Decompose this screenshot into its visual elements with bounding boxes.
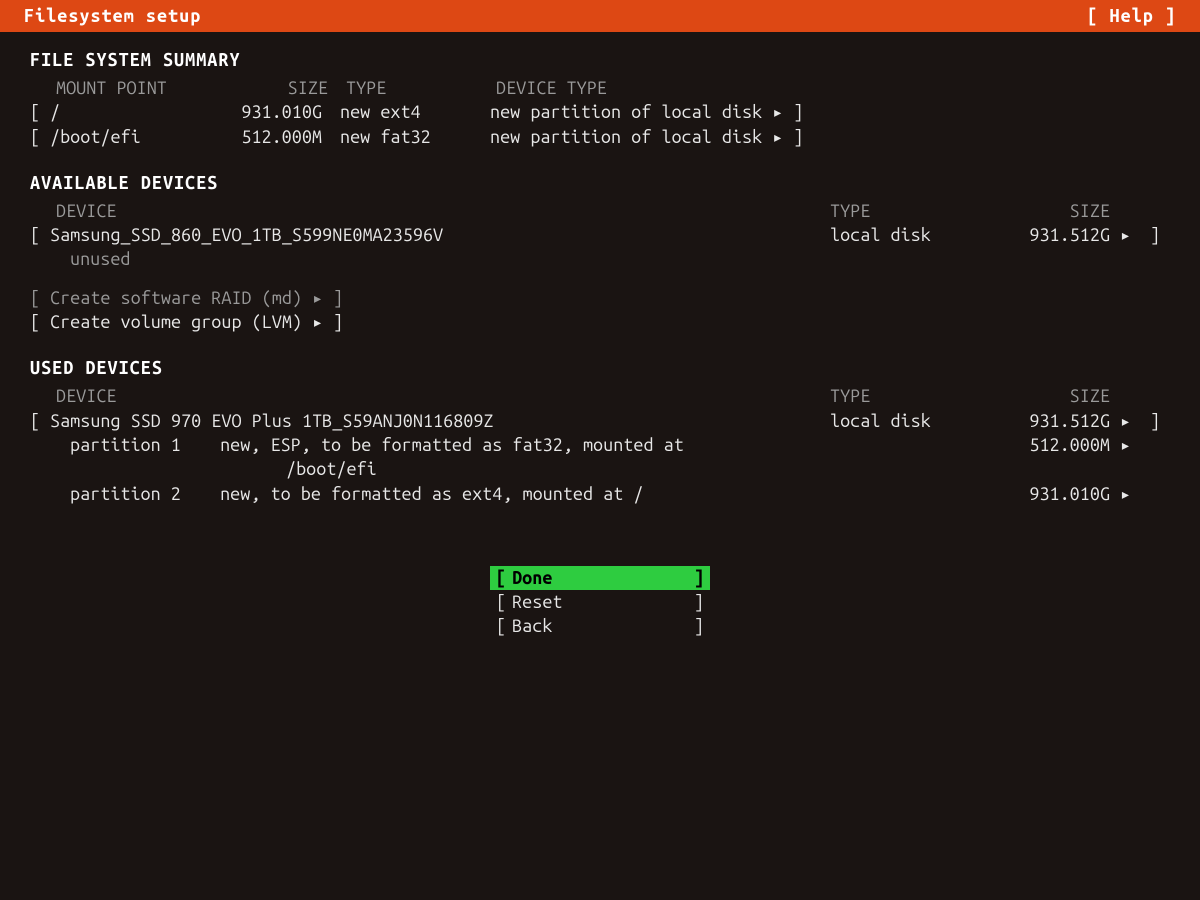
col-header-size: SIZE <box>226 76 346 100</box>
page-title: Filesystem setup <box>24 6 201 26</box>
device-type: local disk <box>830 409 980 433</box>
button-label: Reset <box>506 590 694 614</box>
back-button[interactable]: [ Back ] <box>490 614 710 638</box>
fs-summary-heading: FILE SYSTEM SUMMARY <box>30 50 1170 70</box>
fs-row-type: new ext4 <box>340 100 490 124</box>
done-button[interactable]: [ Done ] <box>490 566 710 590</box>
bracket-open-icon: [ <box>30 223 50 247</box>
partition-desc: new, to be formatted as ext4, mounted at… <box>220 484 643 504</box>
fs-row-type: new fat32 <box>340 125 490 149</box>
col-header-mount: MOUNT POINT <box>56 76 226 100</box>
action-label: Create software RAID (md) <box>50 286 302 310</box>
help-button[interactable]: [ Help ] <box>1087 6 1176 26</box>
col-header-type: TYPE <box>346 76 496 100</box>
bracket-close-icon: ] <box>793 100 803 124</box>
caret-right-icon: ▸ <box>1120 223 1150 247</box>
fs-row-size: 512.000M <box>220 125 340 149</box>
bracket-close-icon: ] <box>694 566 704 590</box>
device-note: unused <box>30 247 1170 271</box>
caret-right-icon: ▸ <box>772 100 783 124</box>
device-name: Samsung_SSD_860_EVO_1TB_S599NE0MA23596V <box>50 223 830 247</box>
col-header-size: SIZE <box>980 384 1120 408</box>
partition-size: 931.010G <box>980 482 1120 506</box>
create-raid-action[interactable]: [ Create software RAID (md) ▸ ] <box>30 286 1170 310</box>
col-header-type: TYPE <box>830 384 980 408</box>
fs-row-size: 931.010G <box>220 100 340 124</box>
fs-summary-header-row: MOUNT POINT SIZE TYPE DEVICE TYPE <box>30 76 1170 100</box>
partition-desc-cont: /boot/efi <box>30 457 1170 481</box>
available-heading: AVAILABLE DEVICES <box>30 173 1170 193</box>
bracket-open-icon: [ <box>30 409 50 433</box>
col-header-device: DEVICE <box>56 384 830 408</box>
bracket-open-icon: [ <box>30 125 50 149</box>
partition-label: partition 2 <box>70 482 210 506</box>
button-label: Back <box>506 614 694 638</box>
fs-row-devtype: new partition of local disk <box>490 100 762 124</box>
caret-right-icon: ▸ <box>312 286 323 310</box>
partition-desc: new, ESP, to be formatted as fat32, moun… <box>220 435 684 455</box>
device-size: 931.512G <box>980 409 1120 433</box>
bracket-close-icon: ] <box>1150 409 1170 433</box>
fs-row-mount: /boot/efi <box>50 125 220 149</box>
caret-right-icon: ▸ <box>312 310 323 334</box>
bracket-open-icon: [ <box>30 100 50 124</box>
bracket-open-icon: [ <box>30 310 50 334</box>
bracket-close-icon: ] <box>694 590 704 614</box>
col-header-devtype: DEVICE TYPE <box>496 76 607 100</box>
used-device-row[interactable]: [ Samsung SSD 970 EVO Plus 1TB_S59ANJ0N1… <box>30 409 1170 433</box>
used-heading: USED DEVICES <box>30 358 1170 378</box>
titlebar: Filesystem setup [ Help ] <box>0 0 1200 32</box>
col-header-size: SIZE <box>980 199 1120 223</box>
fs-row-devtype: new partition of local disk <box>490 125 762 149</box>
col-header-type: TYPE <box>830 199 980 223</box>
bracket-open-icon: [ <box>496 614 506 638</box>
bracket-close-icon: ] <box>333 286 343 310</box>
bracket-open-icon: [ <box>496 566 506 590</box>
bracket-close-icon: ] <box>333 310 343 334</box>
caret-right-icon: ▸ <box>1120 409 1150 433</box>
device-type: local disk <box>830 223 980 247</box>
partition-label: partition 1 <box>70 433 210 457</box>
available-header-row: DEVICE TYPE SIZE <box>30 199 1170 223</box>
fs-row-mount: / <box>50 100 220 124</box>
bracket-close-icon: ] <box>1150 223 1170 247</box>
fs-summary-row[interactable]: [ / 931.010G new ext4 new partition of l… <box>30 100 1170 124</box>
create-lvm-action[interactable]: [ Create volume group (LVM) ▸ ] <box>30 310 1170 334</box>
bracket-close-icon: ] <box>694 614 704 638</box>
button-bar: [ Done ] [ Reset ] [ Back ] <box>490 566 710 639</box>
fs-summary-row[interactable]: [ /boot/efi 512.000M new fat32 new parti… <box>30 125 1170 149</box>
col-header-device: DEVICE <box>56 199 830 223</box>
partition-row[interactable]: partition 1 new, ESP, to be formatted as… <box>30 433 1170 457</box>
partition-size: 512.000M <box>980 433 1120 457</box>
caret-right-icon: ▸ <box>1120 482 1150 506</box>
action-label: Create volume group (LVM) <box>50 310 302 334</box>
reset-button[interactable]: [ Reset ] <box>490 590 710 614</box>
caret-right-icon: ▸ <box>1120 433 1150 457</box>
partition-row[interactable]: partition 2 new, to be formatted as ext4… <box>30 482 1170 506</box>
device-name: Samsung SSD 970 EVO Plus 1TB_S59ANJ0N116… <box>50 409 830 433</box>
used-header-row: DEVICE TYPE SIZE <box>30 384 1170 408</box>
device-size: 931.512G <box>980 223 1120 247</box>
caret-right-icon: ▸ <box>772 125 783 149</box>
available-device-row[interactable]: [ Samsung_SSD_860_EVO_1TB_S599NE0MA23596… <box>30 223 1170 247</box>
button-label: Done <box>506 566 694 590</box>
bracket-open-icon: [ <box>30 286 50 310</box>
bracket-open-icon: [ <box>496 590 506 614</box>
bracket-close-icon: ] <box>793 125 803 149</box>
